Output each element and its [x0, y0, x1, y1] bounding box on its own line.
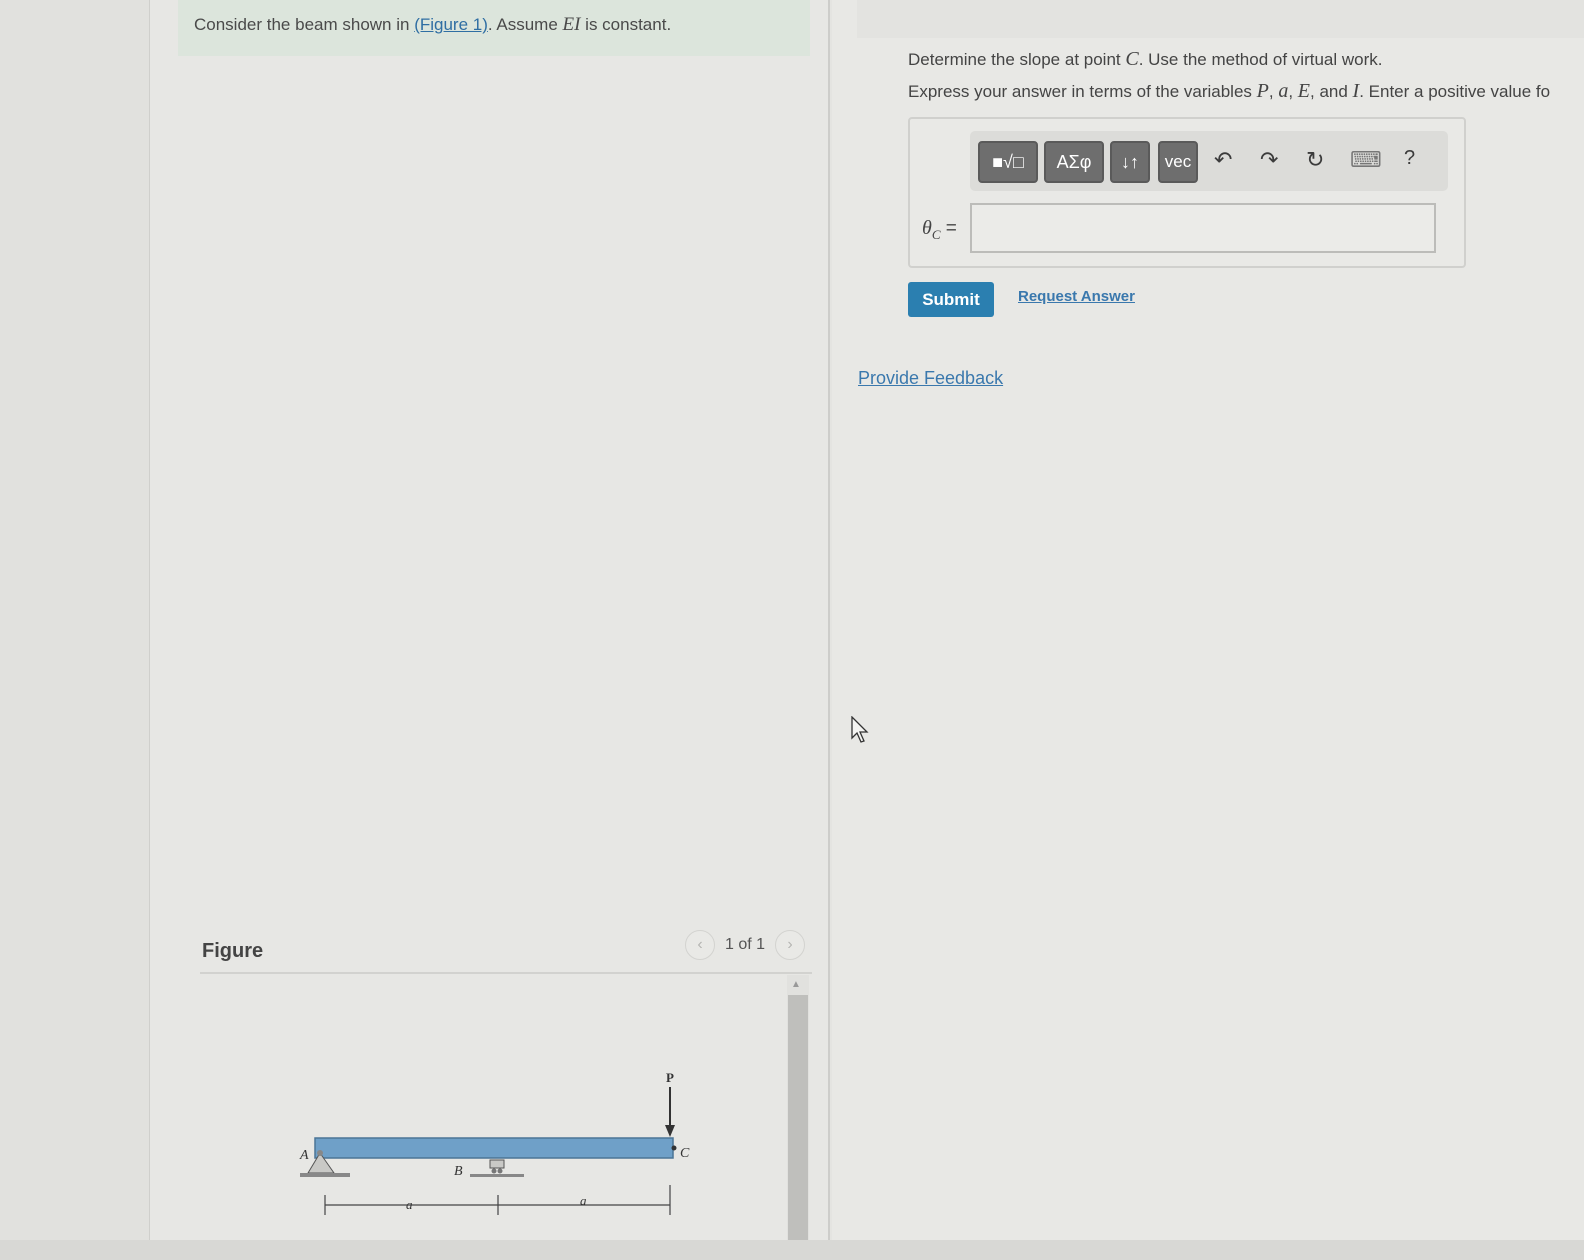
scroll-up-icon[interactable]: ▲ [791, 979, 801, 990]
mouse-cursor-icon [851, 716, 869, 743]
part-header-strip [857, 0, 1584, 38]
figure-link[interactable]: (Figure 1) [414, 15, 488, 34]
beam-figure: A B C P a a [200, 975, 790, 1260]
figure-heading: Figure [202, 940, 264, 962]
subscript-superscript-button[interactable]: ↓↑ [1110, 141, 1150, 183]
request-answer-link[interactable]: Request Answer [1018, 288, 1135, 305]
question-text: Express your answer in terms of the vari… [908, 82, 1257, 101]
dimension-line [324, 1185, 671, 1215]
question-line-2: Express your answer in terms of the vari… [908, 80, 1551, 102]
answer-panel: Determine the slope at point C. Use the … [832, 0, 1584, 1260]
point-c-marker [671, 1145, 677, 1151]
theta-subscript: C [931, 226, 941, 242]
problem-panel: Consider the beam shown in (Figure 1). A… [150, 0, 830, 1260]
label-a-span2: a [580, 1193, 587, 1208]
redo-icon[interactable]: ↷ [1260, 147, 1278, 173]
math-toolbar: ■√□ ΑΣφ ↓↑ vec ↶ ↷ ↻ ⌨ ? [970, 131, 1448, 191]
figure-page-counter: 1 of 1 [725, 936, 766, 953]
greek-symbols-button[interactable]: ΑΣφ [1044, 141, 1104, 183]
bottom-edge [0, 1240, 1584, 1260]
reset-icon[interactable]: ↻ [1306, 147, 1324, 173]
label-c: C [680, 1146, 690, 1161]
help-icon[interactable]: ? [1404, 147, 1415, 170]
keyboard-icon[interactable]: ⌨ [1350, 147, 1382, 173]
left-gutter [0, 0, 150, 1260]
question-text: and [1314, 82, 1353, 101]
question-text: Determine the slope at point [908, 50, 1126, 69]
undo-icon[interactable]: ↶ [1214, 147, 1232, 173]
answer-box: ■√□ ΑΣφ ↓↑ vec ↶ ↷ ↻ ⌨ ? θC = [908, 117, 1466, 268]
submit-button[interactable]: Submit [908, 282, 994, 317]
vector-button[interactable]: vec [1158, 141, 1198, 183]
point-c-variable: C [1125, 48, 1139, 70]
label-b: B [454, 1164, 463, 1179]
question-text: . Enter a positive value fo [1359, 82, 1551, 101]
provide-feedback-link[interactable]: Provide Feedback [858, 368, 1003, 389]
beam [314, 1137, 674, 1159]
question-line-1: Determine the slope at point C. Use the … [908, 48, 1382, 71]
problem-text: Consider the beam shown in [194, 15, 415, 34]
beam-diagram: A B C P a a [299, 1070, 690, 1215]
variable-e: E [1297, 80, 1310, 102]
figure-divider [200, 972, 812, 974]
label-a-span1: a [406, 1197, 413, 1212]
equals-sign: = [940, 218, 957, 239]
variable-a: a [1278, 80, 1289, 102]
load-p-arrow [665, 1087, 675, 1137]
scroll-thumb[interactable] [788, 995, 808, 1260]
variable-p: P [1256, 80, 1269, 102]
problem-text: . Assume [487, 15, 563, 34]
problem-statement: Consider the beam shown in (Figure 1). A… [178, 0, 810, 56]
label-a: A [299, 1148, 309, 1163]
templates-button[interactable]: ■√□ [978, 141, 1038, 183]
ei-variable: EI [562, 14, 581, 35]
next-figure-button[interactable]: › [775, 930, 806, 960]
problem-text: is constant. [580, 15, 672, 34]
roller-support-b [470, 1159, 524, 1177]
label-p: P [666, 1070, 674, 1085]
prev-figure-button[interactable]: ‹ [685, 930, 715, 960]
question-text: . Use the method of virtual work. [1138, 50, 1383, 69]
figure-scrollbar[interactable]: ▲ [787, 975, 809, 1260]
figure-pagination: ‹ 1 of 1 › [685, 930, 815, 960]
answer-variable-label: θC = [922, 217, 957, 243]
theta-symbol: θ [922, 217, 932, 239]
answer-input[interactable] [970, 203, 1436, 253]
